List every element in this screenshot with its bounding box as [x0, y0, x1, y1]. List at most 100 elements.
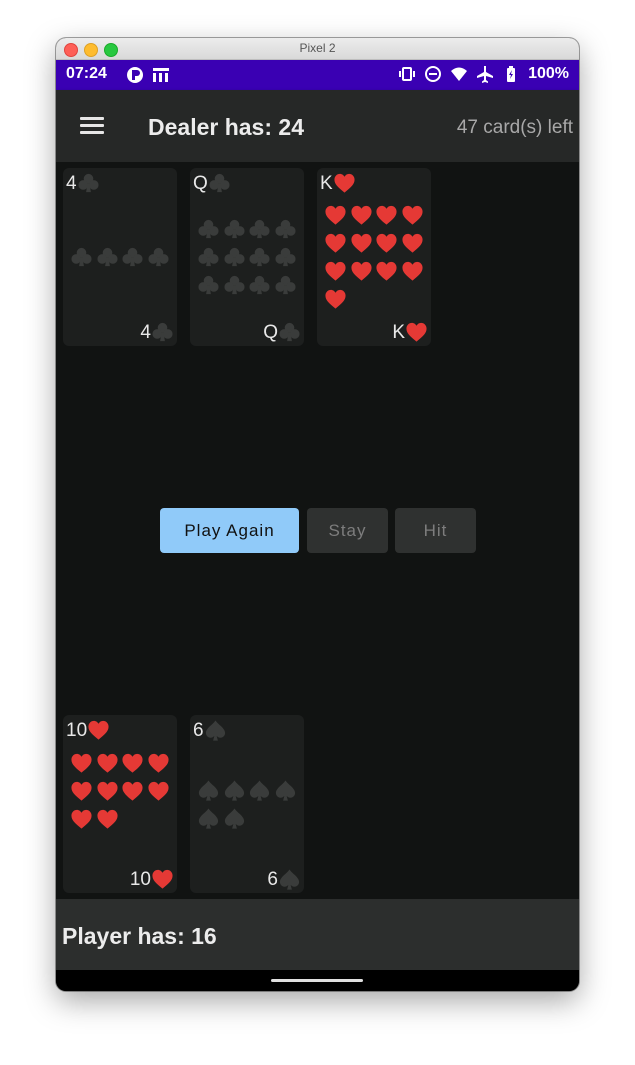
card-rank: 6 [267, 868, 278, 890]
card-rank: 4 [66, 172, 77, 194]
card-table: 4 4 Q Q K K Play Again Stay Hit 10 10 6 … [56, 162, 579, 899]
card-pip [400, 229, 426, 257]
menu-icon[interactable] [76, 114, 110, 140]
card-pip [222, 776, 248, 804]
card-pip [196, 215, 222, 243]
card-pips [196, 776, 298, 832]
card-rank: Q [263, 321, 278, 343]
spades-suit-icon [199, 807, 219, 829]
card-pip [95, 749, 121, 777]
hearts-suit-icon [351, 233, 372, 253]
battery-percentage: 100% [528, 65, 569, 82]
spades-suit-icon [275, 779, 295, 801]
hearts-suit-icon [122, 753, 143, 773]
card-rank: 6 [193, 719, 204, 741]
clubs-suit-icon [71, 247, 92, 266]
card-pip [323, 285, 349, 313]
hearts-suit-icon [97, 809, 118, 829]
card-pips [69, 749, 171, 833]
hearts-suit-icon [325, 261, 346, 281]
hearts-suit-icon [376, 205, 397, 225]
card-corner-bottom: K [392, 321, 428, 344]
card-pip [374, 229, 400, 257]
clubs-suit-icon [275, 275, 296, 294]
card-pip [273, 243, 299, 271]
card-corner-top: 6 [193, 719, 227, 742]
hearts-suit-icon [148, 781, 169, 801]
card-pip [120, 777, 146, 805]
card-pip [222, 271, 248, 299]
hearts-suit-icon [351, 261, 372, 281]
card-corner-top: 10 [66, 719, 110, 742]
card-pip [222, 804, 248, 832]
airplane-mode-icon [477, 66, 494, 83]
card-pip [69, 243, 95, 271]
spades-suit-icon [224, 807, 244, 829]
spades-suit-icon [199, 779, 219, 801]
hearts-suit-icon [402, 261, 423, 281]
clubs-suit-icon [249, 247, 270, 266]
card-corner-top: K [320, 172, 356, 195]
hearts-suit-icon [334, 173, 355, 193]
hearts-suit-icon [376, 233, 397, 253]
clubs-suit-icon [249, 275, 270, 294]
card-pip [146, 749, 172, 777]
home-gesture-handle[interactable] [271, 979, 363, 982]
battery-charging-icon [507, 66, 516, 82]
emulator-window: Pixel 2 07:24 100% Dealer has: 24 47 car… [56, 38, 579, 991]
android-nav-bar [56, 970, 579, 991]
card-pip [196, 243, 222, 271]
app-notification-icon [127, 67, 143, 83]
hearts-suit-icon [97, 753, 118, 773]
hearts-suit-icon [325, 205, 346, 225]
dealer-card-3: KK [317, 168, 431, 346]
card-pip [69, 749, 95, 777]
android-status-bar: 07:24 100% [56, 60, 579, 90]
play-again-button[interactable]: Play Again [160, 508, 299, 553]
card-pip [120, 243, 146, 271]
card-pip [323, 201, 349, 229]
clubs-suit-icon [122, 247, 143, 266]
card-pip [222, 243, 248, 271]
spades-suit-icon [205, 720, 225, 741]
hit-button[interactable]: Hit [395, 508, 476, 553]
hearts-suit-icon [152, 869, 173, 889]
spades-suit-icon [224, 779, 244, 801]
window-titlebar: Pixel 2 [56, 38, 579, 60]
status-time: 07:24 [66, 65, 107, 82]
card-pip [95, 805, 121, 833]
clubs-suit-icon [224, 275, 245, 294]
card-pip [374, 201, 400, 229]
hearts-suit-icon [148, 753, 169, 773]
card-pips [196, 215, 298, 299]
card-pip [349, 257, 375, 285]
hearts-suit-icon [376, 261, 397, 281]
card-pip [222, 215, 248, 243]
card-rank: K [392, 321, 405, 343]
card-pip [400, 257, 426, 285]
hearts-suit-icon [402, 233, 423, 253]
hearts-suit-icon [325, 289, 346, 309]
card-rank: Q [193, 172, 208, 194]
card-pip [247, 271, 273, 299]
hearts-suit-icon [402, 205, 423, 225]
card-pip [323, 229, 349, 257]
card-pip [196, 776, 222, 804]
dealer-score-title: Dealer has: 24 [148, 114, 304, 140]
card-pip [273, 776, 299, 804]
card-corner-bottom: Q [263, 321, 301, 344]
player-card-2: 66 [190, 715, 304, 893]
hearts-suit-icon [406, 322, 427, 342]
card-pip [146, 243, 172, 271]
clubs-suit-icon [209, 173, 230, 193]
clubs-suit-icon [224, 219, 245, 238]
spades-suit-icon [279, 869, 300, 890]
hearts-suit-icon [71, 781, 92, 801]
hearts-suit-icon [325, 233, 346, 253]
card-pip [146, 777, 172, 805]
clubs-suit-icon [148, 247, 169, 266]
clubs-suit-icon [275, 247, 296, 266]
clubs-suit-icon [275, 219, 296, 238]
stay-button[interactable]: Stay [307, 508, 388, 553]
card-pips [323, 201, 425, 313]
